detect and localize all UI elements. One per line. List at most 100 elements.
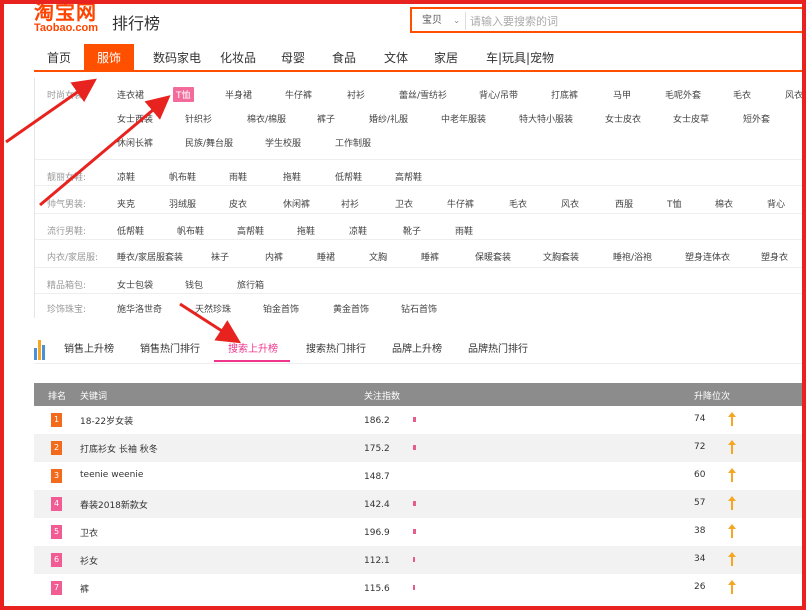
category-link[interactable]: 女士西装 xyxy=(117,112,153,125)
category-link[interactable]: 风衣 xyxy=(561,197,579,210)
category-link[interactable]: 连衣裙 xyxy=(117,88,144,101)
category-link[interactable]: 高帮鞋 xyxy=(395,170,422,183)
nav-item-car-toys-pets[interactable]: 车|玩具|宠物 xyxy=(480,44,560,72)
category-link[interactable]: 袜子 xyxy=(211,250,229,263)
category-link[interactable]: 钻石首饰 xyxy=(401,302,437,315)
category-link[interactable]: 毛呢外套 xyxy=(665,88,701,101)
category-link[interactable]: T恤 xyxy=(667,197,682,210)
category-link[interactable]: 民族/舞台服 xyxy=(185,136,233,149)
category-link[interactable]: 牛仔裤 xyxy=(285,88,312,101)
category-link[interactable]: 棉衣/棉服 xyxy=(247,112,286,125)
category-link[interactable]: 内裤 xyxy=(265,250,283,263)
category-link[interactable]: 拖鞋 xyxy=(283,170,301,183)
category-link[interactable]: 帆布鞋 xyxy=(177,224,204,237)
category-link[interactable]: 婚纱/礼服 xyxy=(369,112,408,125)
category-link[interactable]: 睡裤 xyxy=(421,250,439,263)
category-link[interactable]: 毛衣 xyxy=(733,88,751,101)
category-link[interactable]: 特大特小服装 xyxy=(519,112,573,125)
keyword-link[interactable]: 衫女 xyxy=(80,554,98,567)
category-link[interactable]: 拖鞋 xyxy=(297,224,315,237)
keyword-link[interactable]: 卫衣 xyxy=(80,526,98,539)
table-row[interactable]: 2 打底衫女 长袖 秋冬 175.2 72 xyxy=(34,434,806,462)
category-link[interactable]: 雨鞋 xyxy=(455,224,473,237)
category-link[interactable]: 棉衣 xyxy=(715,197,733,210)
tab-brand-rising[interactable]: 品牌上升榜 xyxy=(392,340,442,355)
category-link[interactable]: 靴子 xyxy=(403,224,421,237)
category-link[interactable]: 学生校服 xyxy=(265,136,301,149)
category-link[interactable]: 卫衣 xyxy=(395,197,413,210)
category-link[interactable]: 铂金首饰 xyxy=(263,302,299,315)
category-link[interactable]: 天然珍珠 xyxy=(195,302,231,315)
category-link-tshirt-highlighted[interactable]: T恤 xyxy=(173,87,194,102)
tab-search-hot[interactable]: 搜索热门排行 xyxy=(306,340,366,355)
keyword-link[interactable]: teenie weenie xyxy=(80,470,143,480)
nav-item-electronics[interactable]: 数码家电 xyxy=(144,44,210,72)
category-link[interactable]: 休闲长裤 xyxy=(117,136,153,149)
category-link[interactable]: 雨鞋 xyxy=(229,170,247,183)
category-link[interactable]: 背心 xyxy=(767,197,785,210)
category-link[interactable]: 女士皮衣 xyxy=(605,112,641,125)
category-link[interactable]: 裤子 xyxy=(317,112,335,125)
nav-item-baby[interactable]: 母婴 xyxy=(276,44,310,72)
category-link[interactable]: 半身裙 xyxy=(225,88,252,101)
tab-sales-hot[interactable]: 销售热门排行 xyxy=(140,340,200,355)
category-link[interactable]: 牛仔裤 xyxy=(447,197,474,210)
category-link[interactable]: 西服 xyxy=(615,197,633,210)
category-link[interactable]: 文胸套装 xyxy=(543,250,579,263)
keyword-link[interactable]: 裤 xyxy=(80,582,89,595)
category-link[interactable]: 背心/吊带 xyxy=(479,88,518,101)
nav-item-clothing[interactable]: 服饰 xyxy=(84,44,134,72)
tab-brand-hot[interactable]: 品牌热门排行 xyxy=(468,340,528,355)
category-link[interactable]: 保暖套装 xyxy=(475,250,511,263)
keyword-link[interactable]: 春装2018新款女 xyxy=(80,498,148,511)
tab-sales-rising[interactable]: 销售上升榜 xyxy=(64,340,114,355)
category-link[interactable]: 蕾丝/雪纺衫 xyxy=(399,88,447,101)
category-link[interactable]: 高帮鞋 xyxy=(237,224,264,237)
search-scope-select[interactable]: 宝贝 ⌄ xyxy=(416,12,466,30)
category-link[interactable]: 旅行箱 xyxy=(237,278,264,291)
category-link[interactable]: 工作制服 xyxy=(335,136,371,149)
keyword-link[interactable]: 18-22岁女装 xyxy=(80,414,133,427)
category-link[interactable]: 帆布鞋 xyxy=(169,170,196,183)
category-link[interactable]: 风衣 xyxy=(785,88,803,101)
category-link[interactable]: 钱包 xyxy=(185,278,203,291)
category-link[interactable]: 针织衫 xyxy=(185,112,212,125)
nav-item-cosmetics[interactable]: 化妆品 xyxy=(216,44,260,72)
category-link[interactable]: 中老年服装 xyxy=(441,112,486,125)
category-link[interactable]: 短外套 xyxy=(743,112,770,125)
category-link[interactable]: 低帮鞋 xyxy=(117,224,144,237)
keyword-link[interactable]: 打底衫女 长袖 秋冬 xyxy=(80,442,158,455)
category-link[interactable]: 凉鞋 xyxy=(349,224,367,237)
search-input[interactable] xyxy=(470,12,790,30)
category-link[interactable]: 黄金首饰 xyxy=(333,302,369,315)
category-link[interactable]: 女士皮草 xyxy=(673,112,709,125)
category-link[interactable]: 低帮鞋 xyxy=(335,170,362,183)
category-link[interactable]: 毛衣 xyxy=(509,197,527,210)
category-link[interactable]: 睡衣/家居服套装 xyxy=(117,250,183,263)
category-link[interactable]: 施华洛世奇 xyxy=(117,302,162,315)
category-link[interactable]: 文胸 xyxy=(369,250,387,263)
nav-item-home-goods[interactable]: 家居 xyxy=(428,44,464,72)
category-link[interactable]: 睡袍/浴袍 xyxy=(613,250,652,263)
nav-item-sports[interactable]: 文体 xyxy=(378,44,414,72)
category-link[interactable]: 皮衣 xyxy=(229,197,247,210)
taobao-logo[interactable]: 淘宝网 Taobao.com xyxy=(34,2,110,36)
nav-item-home[interactable]: 首页 xyxy=(38,44,80,72)
category-link[interactable]: 衬衫 xyxy=(341,197,359,210)
category-link[interactable]: 休闲裤 xyxy=(283,197,310,210)
tab-search-rising[interactable]: 搜索上升榜 xyxy=(228,340,278,355)
category-link[interactable]: 塑身衣 xyxy=(761,250,788,263)
category-link[interactable]: 打底裤 xyxy=(551,88,578,101)
table-row[interactable]: 1 18-22岁女装 186.2 74 xyxy=(34,406,806,434)
category-link[interactable]: 衬衫 xyxy=(347,88,365,101)
category-link[interactable]: 睡裙 xyxy=(317,250,335,263)
category-link[interactable]: 羽绒服 xyxy=(169,197,196,210)
table-row[interactable]: 3 teenie weenie 148.7 60 xyxy=(34,462,806,490)
category-link[interactable]: 马甲 xyxy=(613,88,631,101)
category-link[interactable]: 凉鞋 xyxy=(117,170,135,183)
nav-item-food[interactable]: 食品 xyxy=(326,44,362,72)
table-row[interactable]: 5 卫衣 196.9 38 xyxy=(34,518,806,546)
table-row[interactable]: 6 衫女 112.1 34 xyxy=(34,546,806,574)
category-link[interactable]: 夹克 xyxy=(117,197,135,210)
table-row[interactable]: 4 春装2018新款女 142.4 57 xyxy=(34,490,806,518)
